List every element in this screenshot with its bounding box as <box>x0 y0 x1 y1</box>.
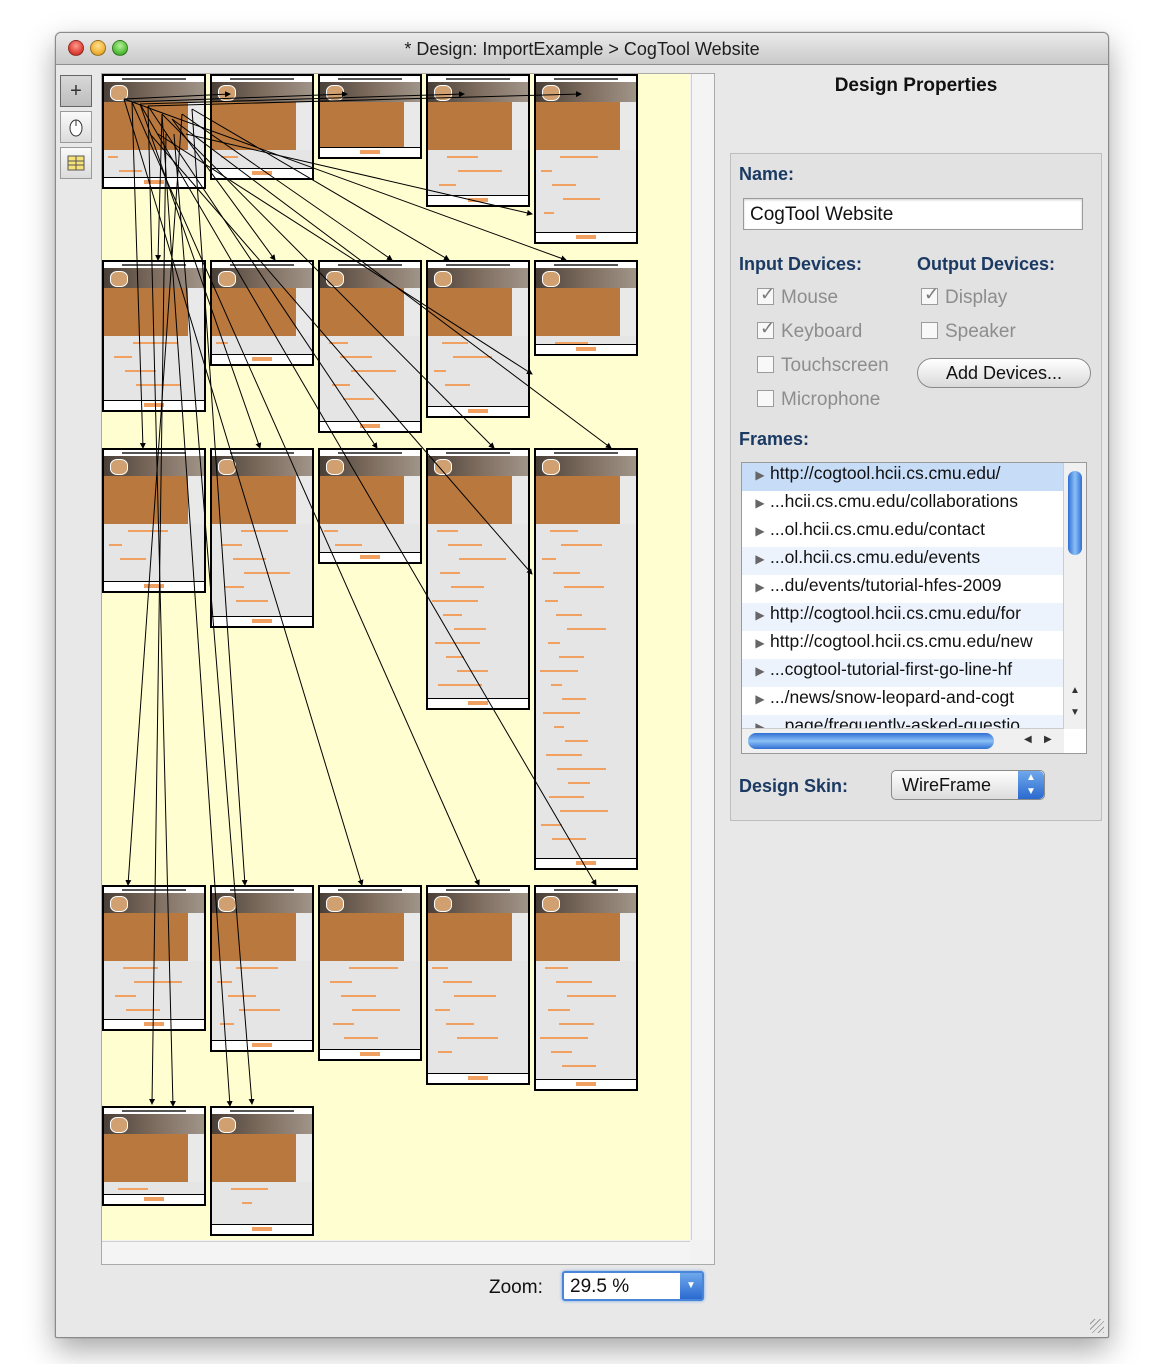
disclosure-triangle-icon[interactable]: ▶ <box>750 692 770 706</box>
frame-grid-icon[interactable] <box>60 147 92 179</box>
scroll-down-icon[interactable]: ▼ <box>1070 707 1080 718</box>
list-item[interactable]: ▶ ...hcii.cs.cmu.edu/collaborations <box>742 491 1064 519</box>
checkmark-icon: ✓ <box>757 284 775 305</box>
design-canvas-area <box>101 73 715 1265</box>
zoom-label: Zoom: <box>489 1277 543 1298</box>
plus-icon[interactable]: + <box>60 75 92 107</box>
checkmark-icon: ✓ <box>921 284 939 305</box>
output-devices-label: Output Devices: <box>917 254 1056 274</box>
properties-heading: Design Properties <box>834 75 998 96</box>
tool-palette: + <box>60 75 94 183</box>
transition-arrow[interactable] <box>185 133 533 216</box>
transition-arrow[interactable] <box>123 91 231 100</box>
transition-arrow[interactable] <box>173 133 255 1105</box>
design-skin-select[interactable]: WireFrame ▲ ▼ <box>891 770 1045 800</box>
transition-arrow[interactable] <box>147 91 582 107</box>
input-devices-label: Input Devices: <box>739 254 863 274</box>
chevron-down-icon[interactable]: ▼ <box>680 1273 702 1299</box>
microphone-checkbox[interactable]: Microphone <box>757 389 880 411</box>
name-value[interactable]: CogTool Website <box>750 204 893 226</box>
mouse-checkbox[interactable]: ✓ Mouse <box>757 284 838 309</box>
resize-grip-icon[interactable] <box>1090 1319 1104 1333</box>
transition-arrow[interactable] <box>147 105 176 1107</box>
transition-arrow[interactable] <box>161 113 233 1107</box>
zoom-value[interactable]: 29.5 % <box>570 1276 629 1298</box>
scroll-left-icon[interactable]: ◀ <box>1024 734 1032 745</box>
window-title: * Design: ImportExample > CogTool Websit… <box>404 39 760 59</box>
transition-arrow[interactable] <box>157 133 533 375</box>
title-bar[interactable]: * Design: ImportExample > CogTool Websit… <box>56 33 1108 65</box>
frames-list[interactable]: ▶ http://cogtool.hcii.cs.cmu.edu/ ▶ ...hci… <box>741 462 1087 754</box>
design-skin-label: Design Skin: <box>739 776 849 796</box>
updown-arrows-icon: ▲ ▼ <box>1018 771 1044 799</box>
frames-label: Frames: <box>739 429 810 449</box>
touchscreen-checkbox[interactable]: Touchscreen <box>757 355 889 377</box>
transition-arrow[interactable] <box>139 103 597 886</box>
list-item[interactable]: ▶ .../news/snow-leopard-and-cogt <box>742 687 1064 715</box>
design-properties-panel: Name: CogTool Website Input Devices: Out… <box>730 153 1102 821</box>
list-item[interactable]: ▶ http://cogtool.hcii.cs.cmu.edu/new <box>742 631 1064 659</box>
add-devices-button[interactable]: Add Devices... <box>917 358 1091 388</box>
disclosure-triangle-icon[interactable]: ▶ <box>750 524 770 538</box>
zoom-combo[interactable]: 29.5 % ▼ <box>562 1271 704 1301</box>
disclosure-triangle-icon[interactable]: ▶ <box>750 636 770 650</box>
transition-arrow[interactable] <box>149 133 533 575</box>
frames-vertical-scrollbar[interactable]: ▲ ▼ <box>1063 463 1086 729</box>
scroll-right-icon[interactable]: ▶ <box>1044 734 1052 745</box>
name-field[interactable]: CogTool Website <box>743 198 1083 230</box>
design-window: * Design: ImportExample > CogTool Websit… <box>55 32 1109 1338</box>
keyboard-checkbox[interactable]: ✓ Keyboard <box>757 318 862 343</box>
disclosure-triangle-icon[interactable]: ▶ <box>750 580 770 594</box>
name-label: Name: <box>739 164 795 184</box>
canvas-horizontal-scrollbar[interactable] <box>102 1241 690 1264</box>
transition-links <box>123 91 612 1107</box>
canvas-vertical-scrollbar[interactable] <box>691 74 714 1240</box>
list-item[interactable]: ▶ ...ol.hcii.cs.cmu.edu/contact <box>742 519 1064 547</box>
design-canvas[interactable] <box>102 74 690 1240</box>
frames-horizontal-scrollbar[interactable]: ◀ ▶ <box>742 728 1064 753</box>
disclosure-triangle-icon[interactable]: ▶ <box>750 496 770 510</box>
transition-arrow[interactable] <box>123 98 567 262</box>
display-checkbox[interactable]: ✓ Display <box>921 284 1007 309</box>
mouse-icon[interactable] <box>60 111 92 143</box>
scroll-thumb[interactable] <box>748 733 994 749</box>
disclosure-triangle-icon[interactable]: ▶ <box>750 664 770 678</box>
list-item[interactable]: ▶ ...du/events/tutorial-hfes-2009 <box>742 575 1064 603</box>
list-item[interactable]: ▶ ...cogtool-tutorial-first-go-line-hf <box>742 659 1064 687</box>
disclosure-triangle-icon[interactable]: ▶ <box>750 468 770 482</box>
list-item[interactable]: ▶ http://cogtool.hcii.cs.cmu.edu/ <box>742 463 1064 491</box>
transition-arrow[interactable] <box>191 108 450 261</box>
disclosure-triangle-icon[interactable]: ▶ <box>750 552 770 566</box>
transition-arrow[interactable] <box>181 113 393 261</box>
scroll-thumb[interactable] <box>1068 471 1082 555</box>
scroll-up-icon[interactable]: ▲ <box>1070 685 1080 696</box>
transition-arrow[interactable] <box>149 133 167 1105</box>
disclosure-triangle-icon[interactable]: ▶ <box>750 608 770 622</box>
checkmark-icon: ✓ <box>757 318 775 339</box>
transition-arrow[interactable] <box>191 108 248 886</box>
list-item[interactable]: ▶ ...ol.hcii.cs.cmu.edu/events <box>742 547 1064 575</box>
transition-arrow[interactable] <box>131 101 146 449</box>
speaker-checkbox[interactable]: Speaker <box>921 321 1016 343</box>
design-skin-value: WireFrame <box>902 775 991 795</box>
list-item[interactable]: ▶ http://cogtool.hcii.cs.cmu.edu/for <box>742 603 1064 631</box>
